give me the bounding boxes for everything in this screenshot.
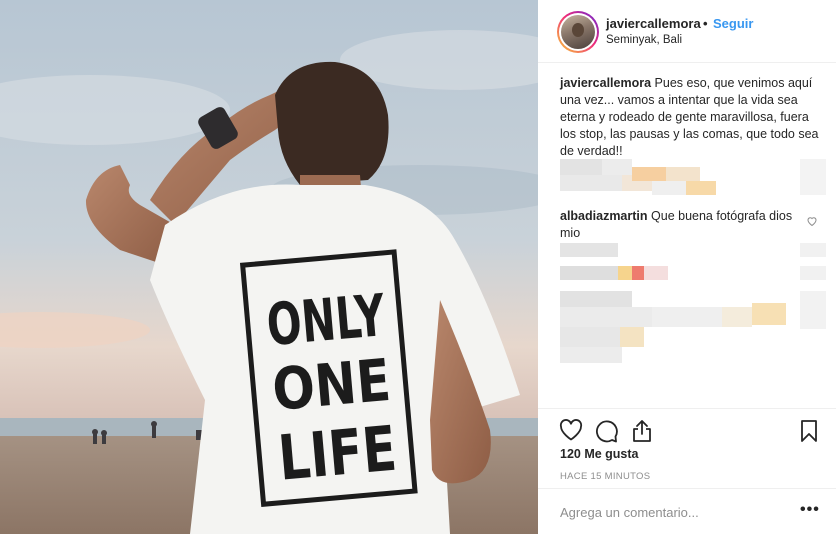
post-timestamp[interactable]: HACE 15 MINUTOS [560, 471, 650, 482]
more-options-button[interactable]: ••• [800, 502, 820, 518]
post-actions: 120 Me gusta HACE 15 MINUTOS [538, 408, 836, 488]
shirt-text-line-2: ONE [270, 346, 393, 424]
share-icon[interactable] [631, 419, 653, 443]
post-photo[interactable]: ONLY ONE LIFE [0, 0, 538, 534]
avatar[interactable] [557, 11, 599, 53]
heart-small-icon[interactable] [806, 215, 818, 227]
caption-username[interactable]: javiercallemora [560, 76, 651, 90]
location-link[interactable]: Seminyak, Bali [606, 34, 682, 46]
avatar-image [561, 15, 595, 49]
post-side-panel: javiercallemora • Seguir Seminyak, Bali … [538, 0, 836, 534]
bookmark-icon[interactable] [800, 419, 818, 443]
comment-icon[interactable] [595, 419, 619, 443]
post-image: ONLY ONE LIFE [0, 0, 538, 534]
comment-input[interactable] [560, 502, 790, 522]
caption: javiercallemora Pues eso, que venimos aq… [560, 75, 822, 160]
follow-button[interactable]: Seguir [713, 16, 753, 31]
likes-count[interactable]: 120 Me gusta [560, 447, 639, 461]
comments-section[interactable]: javiercallemora Pues eso, que venimos aq… [538, 62, 836, 408]
comment-item: albadiazmartin Que buena fotógrafa dios … [560, 208, 800, 242]
header-separator: • [703, 16, 708, 31]
post-header: javiercallemora • Seguir Seminyak, Bali [538, 0, 836, 62]
header-username[interactable]: javiercallemora [606, 16, 701, 31]
heart-icon[interactable] [559, 419, 583, 441]
comment-username[interactable]: albadiazmartin [560, 209, 648, 223]
add-comment-bar: ••• [538, 488, 836, 534]
shirt-text-line-3: LIFE [275, 412, 399, 495]
